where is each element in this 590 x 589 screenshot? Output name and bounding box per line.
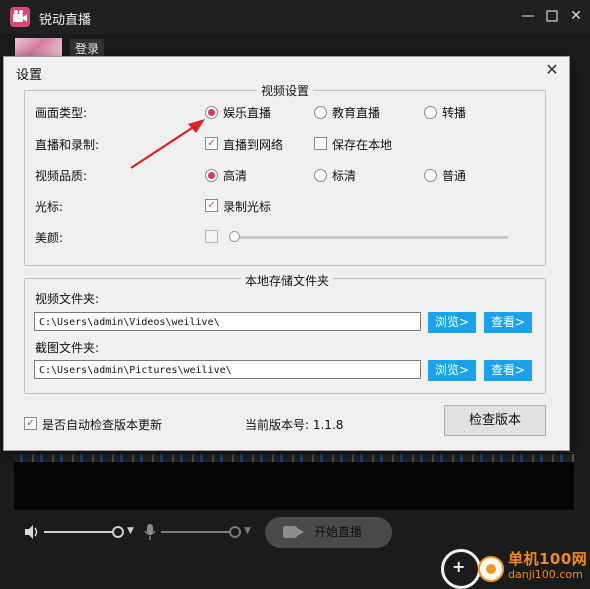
video-quality-label: 视频品质: <box>35 169 88 183</box>
radio-quality-hd-label[interactable]: 高清 <box>223 167 247 184</box>
checkbox-record-cursor-label[interactable]: 录制光标 <box>223 198 271 215</box>
video-folder-label: 视频文件夹: <box>35 292 100 306</box>
radio-quality-sd-label[interactable]: 标清 <box>332 167 356 184</box>
video-browse-button[interactable]: 浏览> <box>428 312 476 333</box>
scene-type-label: 画面类型: <box>35 106 88 120</box>
beauty-slider-knob[interactable] <box>229 231 240 242</box>
radio-relay[interactable] <box>424 106 437 119</box>
checkbox-auto-check-update[interactable]: ✓ <box>24 417 37 430</box>
radio-quality-normal[interactable] <box>424 169 437 182</box>
radio-quality-sd[interactable] <box>314 169 327 182</box>
live-and-record-label: 直播和录制: <box>35 138 100 152</box>
screenshot-browse-button[interactable]: 浏览> <box>428 360 476 381</box>
radio-entertainment-live-label[interactable]: 娱乐直播 <box>223 104 271 121</box>
mic-dropdown-caret-icon[interactable]: ▼ <box>244 526 251 536</box>
close-window-button[interactable]: ✕ <box>565 6 587 26</box>
watermark-plus-icon: + <box>452 557 466 576</box>
dialog-title: 设置 <box>16 68 43 83</box>
video-folder-input[interactable]: C:\Users\admin\Videos\weilive\ <box>34 312 421 331</box>
screenshot-folder-input[interactable]: C:\Users\admin\Pictures\weilive\ <box>34 360 421 379</box>
storage-title: 本地存储文件夹 <box>241 272 334 289</box>
screenshot-folder-label: 截图文件夹: <box>35 341 100 355</box>
checkbox-save-local[interactable] <box>314 137 327 150</box>
maximize-button[interactable] <box>541 6 563 26</box>
watermark-url: danji100.com <box>508 568 583 581</box>
camera-icon <box>283 526 304 538</box>
volume-slider[interactable] <box>44 531 118 533</box>
current-version-label: 当前版本号: 1.1.8 <box>245 418 344 432</box>
beauty-label: 美颜: <box>35 231 64 245</box>
app-title: 锐动直播 <box>39 13 92 28</box>
mic-slider[interactable] <box>161 531 235 533</box>
beauty-slider[interactable] <box>233 236 508 239</box>
checkbox-record-cursor[interactable]: ✓ <box>205 199 218 212</box>
microphone-icon[interactable] <box>143 524 157 543</box>
checkbox-beauty[interactable] <box>205 230 218 243</box>
video-view-button[interactable]: 查看> <box>484 312 532 333</box>
video-settings-group <box>24 90 546 266</box>
volume-dropdown-caret-icon[interactable]: ▼ <box>127 526 134 536</box>
radio-quality-normal-label[interactable]: 普通 <box>442 167 466 184</box>
radio-education-live[interactable] <box>314 106 327 119</box>
checkbox-live-to-network-label[interactable]: 直播到网络 <box>223 136 283 153</box>
auto-check-update-label[interactable]: 是否自动检查版本更新 <box>42 416 162 433</box>
radio-relay-label[interactable]: 转播 <box>442 104 466 121</box>
checkbox-save-local-label[interactable]: 保存在本地 <box>332 136 392 153</box>
app-logo-icon <box>10 7 30 27</box>
annotation-arrow-icon <box>130 119 205 169</box>
start-live-label: 开始直播 <box>314 525 363 539</box>
preview-thumbnail-strip <box>14 454 574 462</box>
radio-education-live-label[interactable]: 教育直播 <box>332 104 380 121</box>
check-version-button[interactable]: 检查版本 <box>444 405 546 436</box>
volume-slider-knob[interactable] <box>112 526 124 538</box>
mic-slider-knob[interactable] <box>229 526 241 538</box>
minimize-button[interactable]: — <box>517 6 539 26</box>
dialog-close-button[interactable]: ✕ <box>542 60 562 80</box>
screenshot-view-button[interactable]: 查看> <box>484 360 532 381</box>
speaker-icon[interactable] <box>24 525 40 542</box>
cursor-label: 光标: <box>35 200 64 214</box>
video-settings-title: 视频设置 <box>257 82 314 99</box>
watermark-dot-icon <box>478 556 504 582</box>
start-live-button[interactable]: 开始直播 <box>265 517 392 548</box>
watermark-name: 单机100网 <box>508 550 588 568</box>
